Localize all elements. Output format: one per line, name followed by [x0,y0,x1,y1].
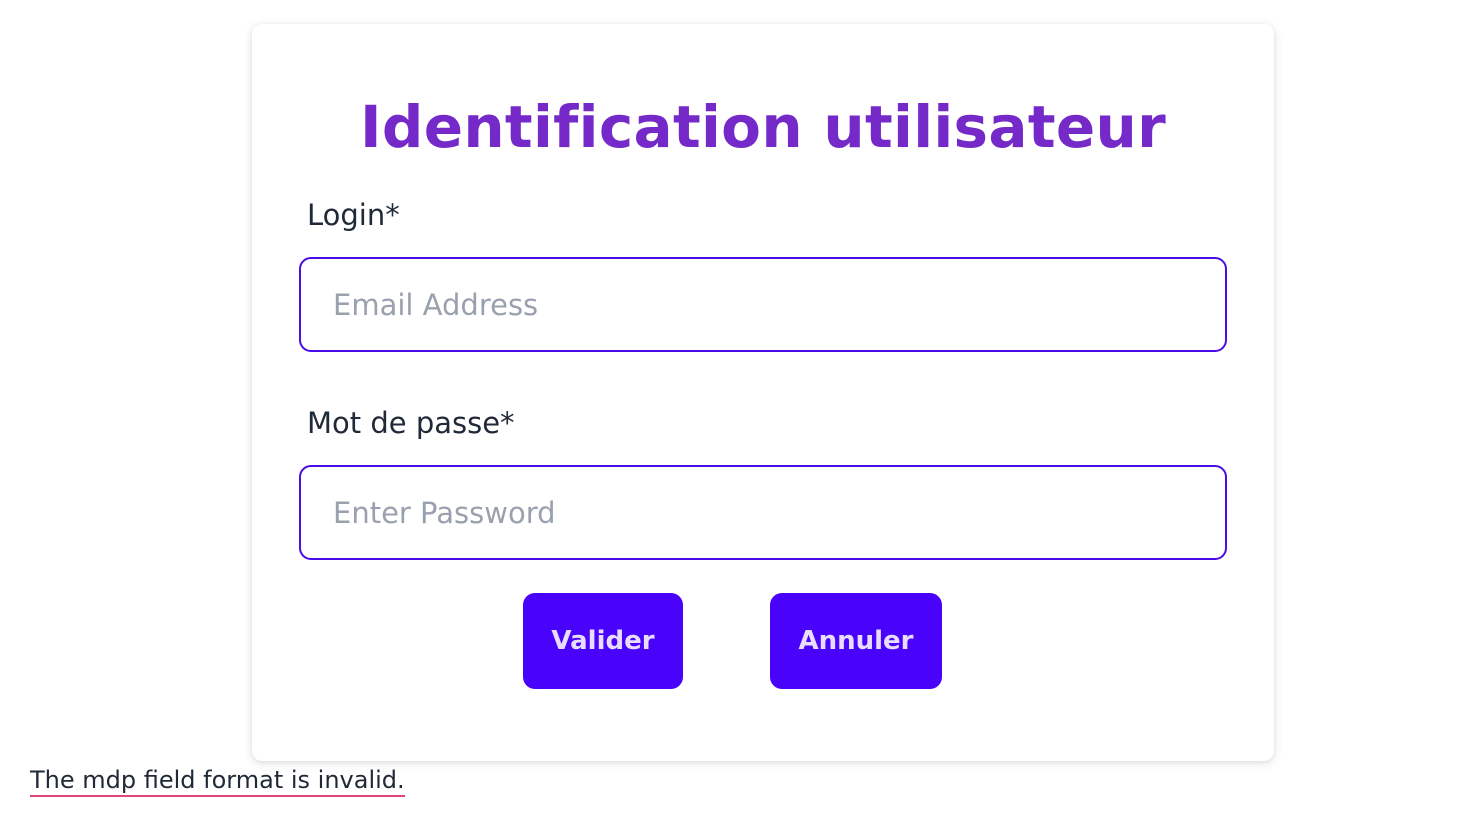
email-field[interactable] [299,257,1227,352]
page: Identification utilisateur Login* Mot de… [0,0,1482,830]
login-label: Login* [307,198,400,232]
cancel-button[interactable]: Annuler [770,593,942,689]
password-label: Mot de passe* [307,406,515,440]
validation-error-message: The mdp field format is invalid. [30,766,405,797]
login-card: Identification utilisateur Login* Mot de… [252,24,1274,761]
page-title: Identification utilisateur [360,93,1166,161]
password-field[interactable] [299,465,1227,560]
submit-button[interactable]: Valider [523,593,683,689]
